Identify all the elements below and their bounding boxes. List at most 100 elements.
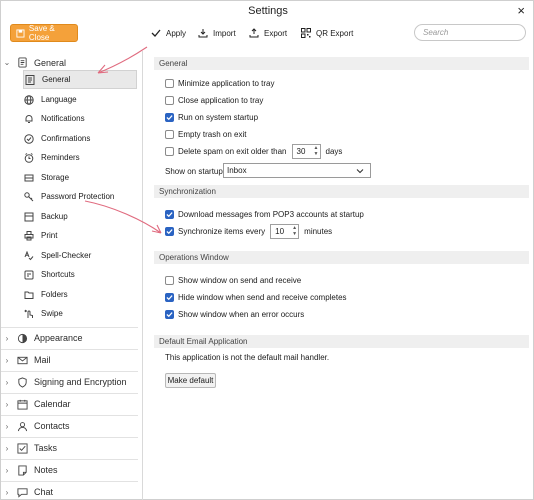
sidebar-section-contacts[interactable]: › Contacts (1, 415, 138, 436)
make-default-button[interactable]: Make default (165, 373, 216, 388)
chevron-right-icon: › (5, 421, 9, 431)
bell-icon (23, 113, 34, 124)
empty-trash-checkbox[interactable] (165, 129, 174, 139)
apply-button[interactable]: Apply (151, 28, 186, 38)
sidebar-item-label: Password Protection (41, 192, 115, 201)
sync-every-option[interactable]: Synchronize items every 10 ▲ ▼ minutes (165, 223, 332, 239)
key-icon (23, 191, 34, 202)
printer-icon (23, 230, 34, 241)
chevron-right-icon: › (5, 443, 9, 453)
import-label: Import (213, 28, 236, 38)
sidebar-section-calendar[interactable]: › Calendar (1, 393, 138, 414)
sidebar-section-notes[interactable]: › Notes (1, 459, 138, 480)
general-group-header: General (154, 57, 529, 70)
download-pop3-option[interactable]: Download messages from POP3 accounts at … (165, 207, 364, 221)
select-value: Inbox (227, 166, 247, 175)
settings-window: Settings × Save & Close Apply Import Exp… (0, 0, 534, 500)
stepper-arrows-icon[interactable]: ▲ ▼ (291, 225, 298, 237)
sidebar-section-signing-encryption[interactable]: › Signing and Encryption (1, 371, 138, 392)
sidebar-item-label: Storage (41, 173, 70, 182)
sidebar-section-label: General (34, 57, 67, 68)
sidebar-item-folders[interactable]: Folders (23, 285, 137, 304)
import-button[interactable]: Import (198, 28, 236, 38)
spam-days-stepper[interactable]: 30 ▲ ▼ (291, 143, 321, 159)
sidebar-item-label: Confirmations (41, 134, 91, 143)
hide-complete-checkbox[interactable] (165, 292, 174, 302)
download-pop3-checkbox[interactable] (165, 209, 174, 219)
hide-complete-option[interactable]: Hide window when send and receive comple… (165, 290, 347, 304)
option-label: Hide window when send and receive comple… (178, 292, 347, 302)
run-startup-checkbox[interactable] (165, 112, 174, 122)
sidebar-item-general[interactable]: General (23, 70, 137, 89)
import-icon (198, 29, 208, 38)
general-section-icon (16, 57, 28, 69)
backup-icon (23, 211, 34, 222)
sidebar-section-label: Signing and Encryption (34, 377, 127, 387)
sidebar-item-password-protection[interactable]: Password Protection (23, 187, 137, 206)
ops-group-header: Operations Window (154, 251, 529, 264)
minimize-tray-checkbox[interactable] (165, 78, 174, 88)
apply-label: Apply (166, 28, 187, 38)
checkmark-icon (166, 311, 173, 317)
empty-trash-option[interactable]: Empty trash on exit (165, 127, 246, 141)
sidebar-item-confirmations[interactable]: Confirmations (23, 129, 137, 148)
sidebar-section-label: Calendar (34, 399, 71, 409)
run-startup-option[interactable]: Run on system startup (165, 110, 258, 124)
sidebar-item-shortcuts[interactable]: Shortcuts (23, 265, 137, 284)
option-unit: minutes (304, 226, 333, 236)
window-title: Settings (248, 5, 288, 17)
sidebar-item-label: Swipe (41, 309, 63, 318)
close-tray-checkbox[interactable] (165, 95, 174, 105)
sidebar-section-label: Chat (34, 487, 54, 497)
chevron-right-icon: › (5, 487, 9, 497)
chevron-down-icon: ⌄ (3, 58, 11, 67)
save-close-button[interactable]: Save & Close (10, 24, 78, 42)
sidebar-item-spell-checker[interactable]: Spell-Checker (23, 246, 137, 265)
sidebar-section-appearance[interactable]: › Appearance (1, 327, 138, 348)
sidebar-section-mail[interactable]: › Mail (1, 349, 138, 370)
qr-export-label: QR Export (316, 28, 354, 38)
show-send-receive-checkbox[interactable] (165, 275, 174, 285)
export-icon (249, 28, 259, 38)
contacts-icon (16, 420, 28, 432)
export-button[interactable]: Export (249, 28, 287, 38)
sidebar-item-storage[interactable]: Storage (23, 168, 137, 187)
settings-sidebar: ⌄ General General Language Notifications… (1, 51, 143, 500)
sidebar-item-label: Spell-Checker (41, 251, 92, 260)
stepper-arrows-icon[interactable]: ▲ ▼ (313, 145, 320, 157)
notes-icon (16, 464, 28, 476)
show-error-option[interactable]: Show window when an error occurs (165, 307, 304, 321)
sidebar-item-print[interactable]: Print (23, 226, 137, 245)
option-label: Empty trash on exit (178, 129, 247, 139)
sidebar-item-swipe[interactable]: Swipe (23, 304, 137, 323)
show-on-startup-label: Show on startup: (165, 167, 226, 176)
option-label: Synchronize items every (178, 226, 266, 236)
sync-minutes-stepper[interactable]: 10 ▲ ▼ (270, 223, 300, 239)
sidebar-item-notifications[interactable]: Notifications (23, 109, 137, 128)
show-error-checkbox[interactable] (165, 309, 174, 319)
save-close-label: Save & Close (28, 24, 55, 42)
show-send-receive-option[interactable]: Show window on send and receive (165, 273, 301, 287)
globe-icon (23, 94, 34, 105)
close-icon[interactable]: × (517, 3, 525, 18)
delete-spam-checkbox[interactable] (165, 146, 174, 156)
qr-export-button[interactable]: QR Export (301, 28, 353, 38)
delete-spam-option[interactable]: Delete spam on exit older than 30 ▲ ▼ day… (165, 143, 342, 159)
chat-icon (16, 486, 28, 498)
minimize-tray-option[interactable]: Minimize application to tray (165, 76, 274, 90)
sidebar-section-chat[interactable]: › Chat (1, 481, 138, 500)
search-placeholder: Search (423, 28, 449, 37)
option-label: Delete spam on exit older than (178, 146, 287, 156)
sidebar-item-language[interactable]: Language (23, 90, 137, 109)
sidebar-item-backup[interactable]: Backup (23, 207, 137, 226)
sync-every-checkbox[interactable] (165, 226, 174, 236)
show-on-startup-select[interactable]: Inbox (223, 163, 371, 178)
option-label: Run on system startup (178, 112, 259, 122)
sidebar-item-reminders[interactable]: Reminders (23, 148, 137, 167)
sidebar-section-tasks[interactable]: › Tasks (1, 437, 138, 458)
option-label: Minimize application to tray (178, 78, 275, 88)
close-tray-option[interactable]: Close application to tray (165, 93, 263, 107)
chevron-right-icon: › (5, 377, 9, 387)
search-input[interactable]: Search (414, 24, 526, 41)
sidebar-item-label: Folders (41, 290, 68, 299)
